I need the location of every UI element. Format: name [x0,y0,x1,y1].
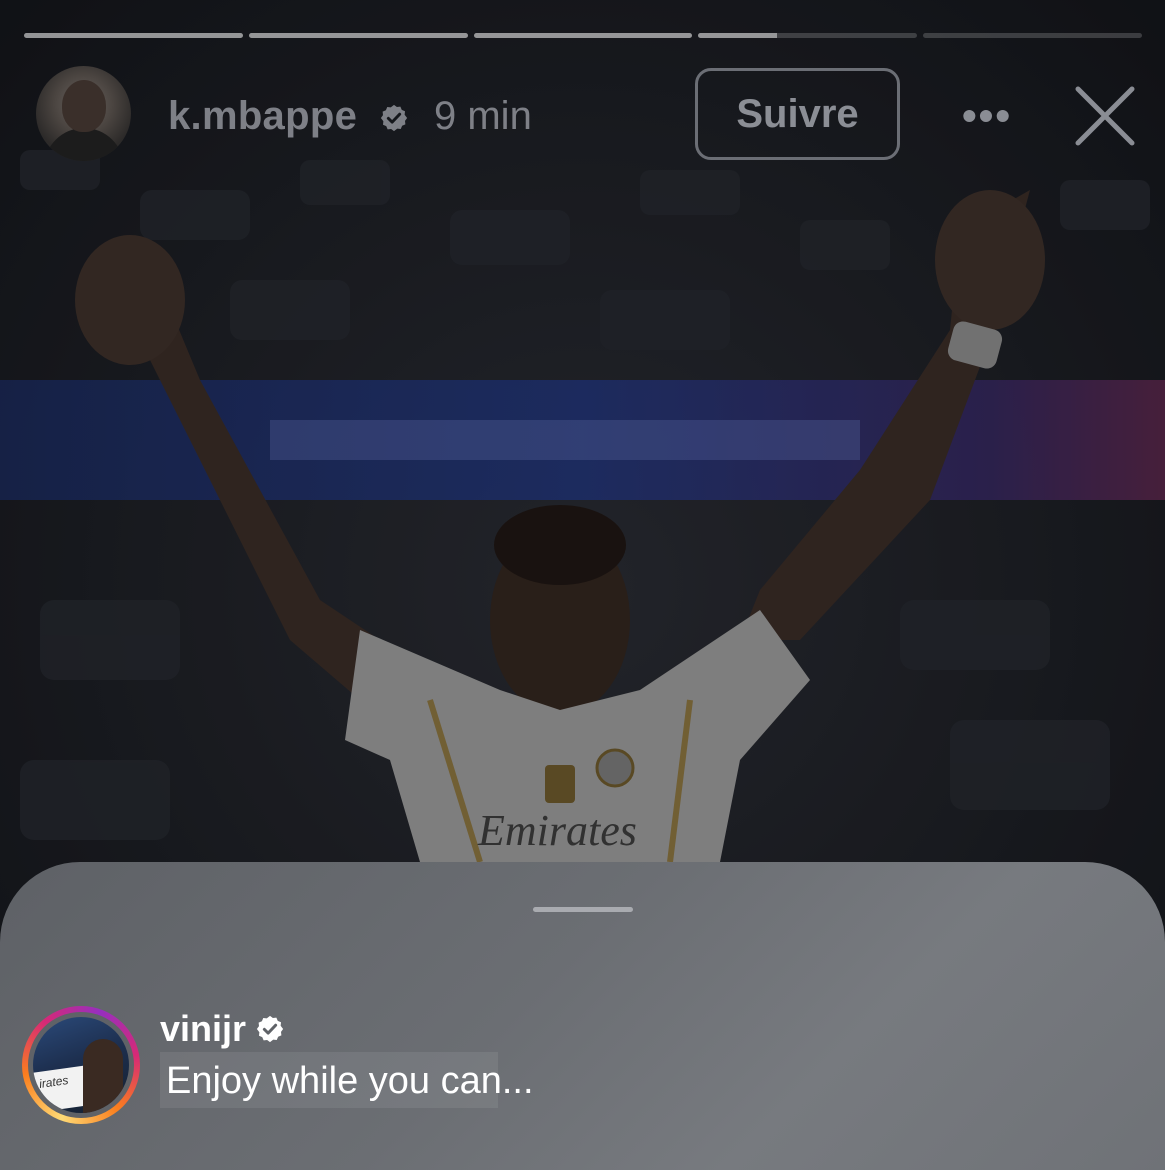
story-progress [24,33,1142,38]
progress-segment [248,33,468,38]
verified-badge-icon [380,104,408,132]
progress-segment [698,33,918,38]
story-timestamp: 9 min [434,94,532,138]
follow-button[interactable]: Suivre [695,68,900,160]
more-options-icon[interactable]: ••• [957,95,1017,137]
sheet-drag-handle[interactable] [533,907,633,912]
author-username[interactable]: k.mbappe [168,94,357,139]
progress-segment [473,33,693,38]
progress-segment [923,33,1142,38]
close-icon[interactable] [1074,85,1136,147]
author-avatar[interactable] [36,66,131,161]
reply-username[interactable]: vinijr [160,1008,246,1050]
progress-segment [24,33,243,38]
reply-message: Enjoy while you can... [166,1060,534,1102]
reply-avatar[interactable]: irates [33,1017,129,1113]
verified-badge-icon [256,1015,284,1043]
story-viewer[interactable]: Emirates k.mbappe 9 min Suivre ••• irate… [0,0,1165,1170]
